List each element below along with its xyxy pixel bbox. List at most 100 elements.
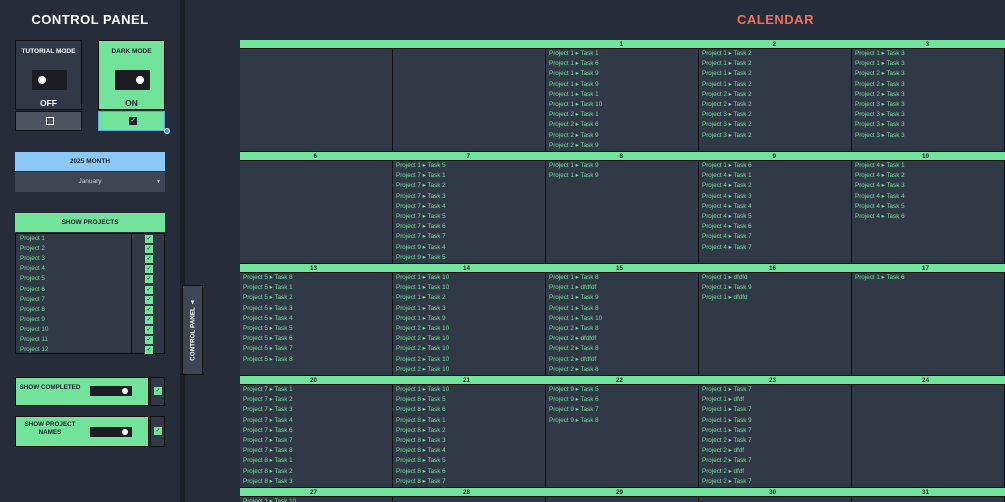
- task-entry[interactable]: Project 1 ▸ Task 10: [546, 100, 698, 110]
- day-cell[interactable]: Project 1 ▸ Task 7 Project 1 ▸ dfdf Projec…: [699, 385, 852, 488]
- day-cell[interactable]: Project 1 ▸ dfdfd Project 1 ▸ Task 9 Proje…: [699, 273, 852, 376]
- task-entry[interactable]: Project 2 ▸ Task 8: [546, 344, 698, 354]
- day-cell[interactable]: Project 1 ▸ Task 1 Project 1 ▸ Task 6 Proj…: [546, 49, 699, 152]
- task-entry[interactable]: Project 1 ▸ Task 9: [546, 80, 698, 90]
- task-entry[interactable]: Project 8 ▸ Task 1: [393, 416, 545, 426]
- task-entry[interactable]: Project 2 ▸ Task 6: [546, 120, 698, 130]
- day-cell[interactable]: [240, 161, 393, 264]
- task-entry[interactable]: Project 2 ▸ dfdfdf: [546, 334, 698, 344]
- day-cell[interactable]: [699, 497, 852, 502]
- task-entry[interactable]: Project 1 ▸ Task 6: [699, 161, 851, 171]
- dark-mode-switch[interactable]: [115, 70, 150, 90]
- task-entry[interactable]: Project 9 ▸ Task 5: [393, 253, 545, 263]
- dark-mode-tile[interactable]: DARK MODE ON: [98, 40, 165, 110]
- task-entry[interactable]: Project 2 ▸ dfdf: [699, 446, 851, 456]
- task-entry[interactable]: Project 5 ▸ Task 3: [240, 304, 392, 314]
- task-entry[interactable]: Project 9 ▸ Task 8: [546, 416, 698, 426]
- task-entry[interactable]: Project 2 ▸ Task 3: [852, 80, 1004, 90]
- task-entry[interactable]: Project 8 ▸ Task 6: [393, 405, 545, 415]
- task-entry[interactable]: Project 1 ▸ Task 9: [546, 69, 698, 79]
- task-entry[interactable]: Project 8 ▸ Task 7: [393, 477, 545, 487]
- task-entry[interactable]: Project 2 ▸ Task 7: [699, 436, 851, 446]
- show-completed-option[interactable]: SHOW COMPLETED: [15, 377, 149, 406]
- task-entry[interactable]: Project 4 ▸ Task 1: [699, 171, 851, 181]
- task-entry[interactable]: Project 4 ▸ Task 7: [699, 243, 851, 253]
- project-row[interactable]: Project 8 ✓: [16, 305, 166, 315]
- task-entry[interactable]: Project 3 ▸ Task 2: [699, 110, 851, 120]
- task-entry[interactable]: Project 8 ▸ Task 5: [393, 395, 545, 405]
- task-entry[interactable]: Project 2 ▸ Task 10: [393, 365, 545, 375]
- day-cell[interactable]: Project 1 ▸ Task 10: [240, 497, 393, 502]
- project-checkbox[interactable]: ✓: [145, 275, 153, 284]
- task-entry[interactable]: Project 2 ▸ Task 7: [699, 477, 851, 487]
- task-entry[interactable]: Project 4 ▸ Task 6: [852, 212, 1004, 222]
- task-entry[interactable]: Project 7 ▸ Task 4: [393, 202, 545, 212]
- task-entry[interactable]: Project 7 ▸ Task 2: [393, 181, 545, 191]
- task-entry[interactable]: Project 2 ▸ Task 8: [546, 324, 698, 334]
- project-checkbox[interactable]: ✓: [145, 295, 153, 304]
- task-entry[interactable]: Project 1 ▸ Task 3: [393, 304, 545, 314]
- day-cell[interactable]: Project 1 ▸ Task 2 Project 1 ▸ Task 2 Proj…: [699, 49, 852, 152]
- task-entry[interactable]: Project 3 ▸ Task 2: [699, 120, 851, 130]
- task-entry[interactable]: Project 4 ▸ Task 4: [699, 202, 851, 212]
- task-entry[interactable]: Project 1 ▸ Task 2: [699, 80, 851, 90]
- task-entry[interactable]: Project 1 ▸ Task 10: [240, 497, 392, 502]
- task-entry[interactable]: Project 7 ▸ Task 8: [240, 446, 392, 456]
- task-entry[interactable]: Project 2 ▸ Task 3: [852, 69, 1004, 79]
- task-entry[interactable]: Project 1 ▸ Task 7: [699, 426, 851, 436]
- task-entry[interactable]: Project 1 ▸ Task 9: [699, 416, 851, 426]
- task-entry[interactable]: Project 3 ▸ Task 3: [852, 100, 1004, 110]
- task-entry[interactable]: Project 1 ▸ Task 8: [546, 304, 698, 314]
- project-checkbox[interactable]: ✓: [145, 235, 153, 243]
- task-entry[interactable]: Project 4 ▸ Task 1: [852, 161, 1004, 171]
- task-entry[interactable]: Project 5 ▸ Task 6: [240, 334, 392, 344]
- show-project-names-option[interactable]: SHOW PROJECT NAMES: [15, 416, 149, 447]
- project-row[interactable]: Project 12 ✓: [16, 345, 166, 355]
- show-project-names-checkbox[interactable]: ✓: [154, 427, 162, 435]
- task-entry[interactable]: Project 8 ▸ Task 4: [393, 446, 545, 456]
- month-select[interactable]: January ▼: [15, 172, 165, 192]
- dark-mode-checkbox-cell[interactable]: ✓: [98, 111, 165, 131]
- day-cell[interactable]: [393, 49, 546, 152]
- selection-handle[interactable]: [164, 128, 170, 134]
- project-checkbox[interactable]: ✓: [145, 325, 153, 334]
- task-entry[interactable]: Project 9 ▸ Task 6: [546, 395, 698, 405]
- task-entry[interactable]: Project 1 ▸ Task 3: [852, 49, 1004, 59]
- task-entry[interactable]: Project 1 ▸ Task 3: [852, 59, 1004, 69]
- day-cell[interactable]: [852, 385, 1005, 488]
- task-entry[interactable]: Project 2 ▸ Task 8: [546, 365, 698, 375]
- task-entry[interactable]: Project 3 ▸ Task 3: [852, 110, 1004, 120]
- task-entry[interactable]: Project 7 ▸ Task 6: [240, 426, 392, 436]
- task-entry[interactable]: Project 7 ▸ Task 1: [240, 385, 392, 395]
- task-entry[interactable]: Project 1 ▸ Task 6: [852, 273, 1004, 283]
- day-cell[interactable]: Project 1 ▸ Task 6: [852, 273, 1005, 376]
- task-entry[interactable]: Project 2 ▸ dfdfdf: [546, 355, 698, 365]
- day-cell[interactable]: Project 4 ▸ Task 1 Project 4 ▸ Task 2 Proj…: [852, 161, 1005, 264]
- project-row[interactable]: Project 5 ✓: [16, 274, 166, 284]
- day-cell[interactable]: Project 1 ▸ Task 10 Project 8 ▸ Task 5 Pro…: [393, 385, 546, 488]
- task-entry[interactable]: Project 4 ▸ Task 2: [852, 171, 1004, 181]
- show-completed-checkbox[interactable]: ✓: [154, 387, 162, 395]
- project-checkbox[interactable]: ✓: [145, 245, 153, 254]
- task-entry[interactable]: Project 4 ▸ Task 5: [852, 202, 1004, 212]
- tutorial-mode-checkbox[interactable]: [46, 117, 54, 125]
- task-entry[interactable]: Project 2 ▸ Task 9: [546, 141, 698, 151]
- day-cell[interactable]: [546, 497, 699, 502]
- task-entry[interactable]: Project 4 ▸ Task 6: [699, 222, 851, 232]
- project-checkbox[interactable]: ✓: [145, 346, 153, 355]
- task-entry[interactable]: Project 1 ▸ Task 9: [546, 171, 698, 181]
- task-entry[interactable]: Project 1 ▸ Task 10: [393, 385, 545, 395]
- show-project-names-checkbox-cell[interactable]: ✓: [150, 416, 165, 447]
- project-checkbox[interactable]: ✓: [145, 315, 153, 324]
- task-entry[interactable]: Project 8 ▸ Task 6: [393, 467, 545, 477]
- day-cell[interactable]: [240, 49, 393, 152]
- task-entry[interactable]: Project 4 ▸ Task 5: [699, 212, 851, 222]
- task-entry[interactable]: Project 1 ▸ Task 9: [546, 161, 698, 171]
- day-cell[interactable]: Project 1 ▸ Task 10 Project 1 ▸ Task 10 Pr…: [393, 273, 546, 376]
- tutorial-mode-tile[interactable]: TUTORIAL MODE OFF: [15, 40, 82, 110]
- task-entry[interactable]: Project 5 ▸ Task 1: [240, 283, 392, 293]
- day-cell[interactable]: Project 7 ▸ Task 1 Project 7 ▸ Task 2 Proj…: [240, 385, 393, 488]
- project-row[interactable]: Project 6 ✓: [16, 285, 166, 295]
- tutorial-mode-checkbox-cell[interactable]: [15, 111, 82, 131]
- project-checkbox[interactable]: ✓: [145, 265, 153, 274]
